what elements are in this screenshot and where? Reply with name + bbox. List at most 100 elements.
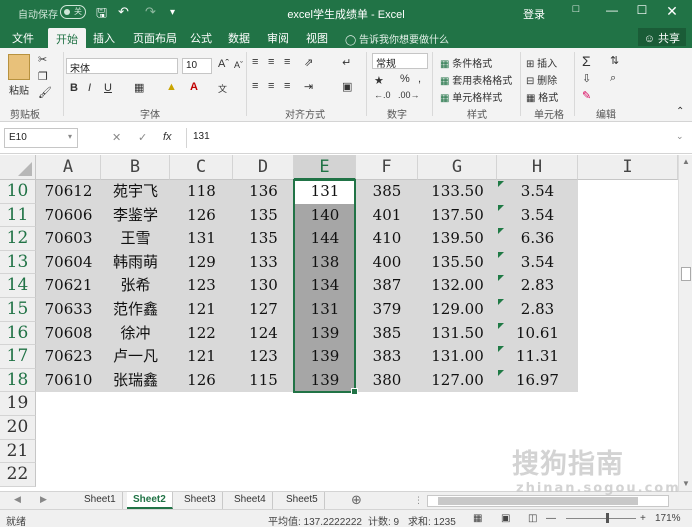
cell-H16[interactable]: 10.61 (497, 321, 578, 346)
vertical-scroll-thumb[interactable] (681, 267, 691, 281)
cell-B17[interactable]: 卢一凡 (101, 345, 170, 369)
cell-F12[interactable]: 410 (356, 227, 418, 251)
cell-A14[interactable]: 70621 (36, 274, 101, 298)
cell-H17[interactable]: 11.31 (497, 345, 578, 369)
expand-formula-icon[interactable]: ⌄ (676, 131, 684, 142)
horizontal-scroll-thumb[interactable] (438, 497, 638, 505)
fill-icon[interactable]: ⇩ (582, 72, 591, 85)
cell-D13[interactable]: 133 (233, 250, 294, 275)
tab-2[interactable]: 插入 (93, 30, 115, 46)
cell-E16[interactable]: 139 (294, 321, 356, 346)
share-button[interactable]: ☺ 共享 (637, 28, 686, 46)
row-header-12[interactable]: 12 (0, 227, 36, 251)
column-header-D[interactable]: D (233, 155, 294, 180)
sheet-tab-2[interactable]: Sheet2 (127, 492, 173, 509)
paste-button[interactable]: 粘贴 (9, 82, 29, 97)
zoom-level[interactable]: 171% (655, 513, 681, 524)
add-sheet-icon[interactable]: ⊕ (351, 492, 362, 508)
column-header-B[interactable]: B (101, 155, 170, 180)
indent-icon[interactable]: ⇥ (304, 80, 313, 93)
insert-cells-button[interactable]: ⊞ 插入 (526, 55, 557, 70)
cell-A13[interactable]: 70604 (36, 250, 101, 275)
next-sheet-icon[interactable]: ▶ (40, 494, 47, 505)
bottom-align-icon[interactable]: ≡ (284, 56, 290, 68)
grow-font-icon[interactable]: Aˆ (218, 58, 229, 70)
tab-5[interactable]: 数据 (228, 30, 250, 46)
cancel-icon[interactable]: ✕ (112, 131, 121, 144)
cell-D10[interactable]: 136 (233, 180, 294, 204)
column-header-E[interactable]: E (294, 155, 356, 180)
sheet-tab-1[interactable]: Sheet1 (78, 492, 123, 509)
row-header-20[interactable]: 20 (0, 416, 36, 440)
orientation-icon[interactable]: ⇗ (304, 56, 313, 69)
page-break-icon[interactable]: ◫ (528, 513, 537, 524)
tell-me-search[interactable]: ◯ 告诉我你想要做什么 (345, 31, 449, 46)
font-color-icon[interactable]: A (190, 81, 198, 93)
row-header-18[interactable]: 18 (0, 368, 36, 393)
cell-D16[interactable]: 124 (233, 321, 294, 346)
name-box-dropdown-icon[interactable]: ▾ (68, 132, 72, 141)
normal-view-icon[interactable]: ▦ (473, 513, 482, 524)
cell-style-button[interactable]: ▦ 单元格样式 (440, 89, 502, 104)
cell-F13[interactable]: 400 (356, 250, 418, 275)
row-header-22[interactable]: 22 (0, 463, 36, 487)
tab-3[interactable]: 页面布局 (133, 30, 177, 46)
cell-G10[interactable]: 133.50 (418, 180, 497, 204)
cell-E13[interactable]: 138 (294, 250, 356, 275)
tab-0[interactable]: 文件 (12, 30, 34, 46)
row-header-21[interactable]: 21 (0, 439, 36, 464)
cell-B11[interactable]: 李鉴学 (101, 203, 170, 228)
row-header-14[interactable]: 14 (0, 274, 36, 298)
cell-B10[interactable]: 苑宇飞 (101, 180, 170, 204)
tab-6[interactable]: 审阅 (267, 30, 289, 46)
cell-A17[interactable]: 70623 (36, 345, 101, 369)
conditional-format-button[interactable]: ▦ 条件格式 (440, 55, 492, 70)
autosum-icon[interactable]: Σ (582, 53, 591, 69)
cell-B16[interactable]: 徐冲 (101, 321, 170, 346)
middle-align-icon[interactable]: ≡ (268, 56, 274, 68)
cell-F16[interactable]: 385 (356, 321, 418, 346)
row-header-16[interactable]: 16 (0, 321, 36, 346)
collapse-ribbon-icon[interactable]: ⌃ (676, 106, 684, 117)
column-header-I[interactable]: I (578, 155, 678, 180)
cell-E18[interactable]: 139 (294, 368, 356, 393)
horizontal-scrollbar[interactable] (427, 495, 669, 507)
italic-button[interactable]: I (88, 82, 91, 94)
cell-F10[interactable]: 385 (356, 180, 418, 204)
cell-D14[interactable]: 130 (233, 274, 294, 298)
underline-button[interactable]: U (104, 82, 112, 94)
decrease-decimal-icon[interactable]: .00→ (398, 90, 420, 100)
sort-filter-icon[interactable]: ⇅ (610, 54, 619, 67)
ribbon-display-icon[interactable]: □ (566, 3, 586, 21)
cell-H18[interactable]: 16.97 (497, 368, 578, 393)
wrap-text-icon[interactable]: ↵ (342, 56, 351, 69)
cell-H15[interactable]: 2.83 (497, 298, 578, 322)
cell-F11[interactable]: 401 (356, 203, 418, 228)
cell-D12[interactable]: 135 (233, 227, 294, 251)
cell-A16[interactable]: 70608 (36, 321, 101, 346)
insert-function-button[interactable]: fx (163, 131, 172, 143)
sheet-tab-4[interactable]: Sheet4 (228, 492, 273, 509)
cell-G11[interactable]: 137.50 (418, 203, 497, 228)
row-header-10[interactable]: 10 (0, 180, 36, 204)
align-right-icon[interactable]: ≡ (284, 80, 290, 92)
column-header-A[interactable]: A (36, 155, 101, 180)
scroll-down-icon[interactable]: ▼ (682, 479, 690, 488)
enter-icon[interactable]: ✓ (138, 131, 147, 144)
cell-E11[interactable]: 140 (294, 203, 356, 228)
sheet-tab-3[interactable]: Sheet3 (178, 492, 223, 509)
merge-center-icon[interactable]: ▣ (342, 80, 352, 93)
percent-button[interactable]: % (400, 73, 410, 85)
copy-icon[interactable]: ❐ (38, 70, 48, 83)
cell-G15[interactable]: 129.00 (418, 298, 497, 322)
select-all-button[interactable] (0, 155, 36, 180)
number-format-select[interactable]: 常规 (372, 53, 428, 70)
cell-H14[interactable]: 2.83 (497, 274, 578, 298)
cell-A11[interactable]: 70606 (36, 203, 101, 228)
cell-C12[interactable]: 131 (170, 227, 233, 251)
login-button[interactable]: 登录 (523, 6, 545, 22)
top-align-icon[interactable]: ≡ (252, 56, 258, 68)
cell-F18[interactable]: 380 (356, 368, 418, 393)
cell-G14[interactable]: 132.00 (418, 274, 497, 298)
row-header-17[interactable]: 17 (0, 345, 36, 369)
